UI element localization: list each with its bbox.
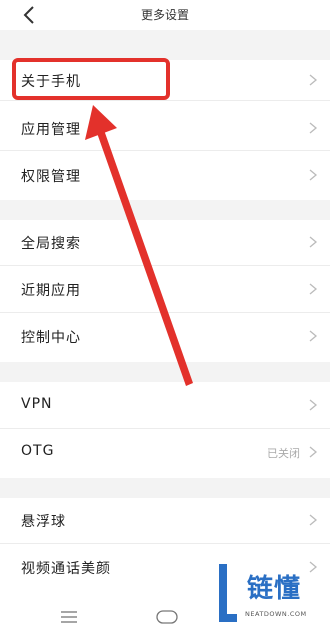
row-label: 全局搜索	[21, 236, 81, 252]
row-label: 视频通话美颜	[21, 561, 111, 577]
section-gap	[0, 200, 330, 220]
chevron-right-icon	[309, 399, 318, 411]
highlight-box	[12, 58, 170, 100]
row-label: 权限管理	[21, 169, 81, 185]
row-control-center[interactable]: 控制中心	[0, 316, 330, 356]
chevron-right-icon	[309, 169, 318, 181]
chevron-right-icon	[309, 283, 318, 295]
watermark-logo	[219, 564, 237, 622]
row-global-search[interactable]: 全局搜索	[0, 222, 330, 262]
chevron-right-icon	[309, 74, 318, 86]
section-gap	[0, 362, 330, 382]
row-label: 应用管理	[21, 122, 81, 138]
divider	[0, 312, 330, 313]
row-label: VPN	[21, 396, 53, 412]
row-floating-ball[interactable]: 悬浮球	[0, 500, 330, 540]
row-vpn[interactable]: VPN	[0, 385, 330, 425]
watermark-text: 链懂	[247, 574, 302, 604]
divider	[0, 265, 330, 266]
page-title: 更多设置	[140, 8, 189, 22]
section-gap	[0, 478, 330, 498]
row-recent-apps[interactable]: 近期应用	[0, 269, 330, 309]
watermark: 链懂 NEATDOWN.COM	[205, 560, 330, 637]
row-app-management[interactable]: 应用管理	[0, 108, 330, 148]
otg-status: 已关闭	[267, 447, 300, 460]
divider	[0, 150, 330, 151]
chevron-right-icon	[309, 514, 318, 526]
row-label: 控制中心	[21, 330, 81, 346]
chevron-right-icon	[309, 446, 318, 458]
divider	[0, 428, 330, 429]
section-gap	[0, 30, 330, 60]
header-bar: 更多设置	[0, 0, 330, 30]
row-label: OTG	[21, 443, 55, 459]
watermark-url: NEATDOWN.COM	[245, 610, 307, 618]
row-label: 悬浮球	[21, 514, 66, 530]
home-icon[interactable]	[156, 609, 178, 625]
row-otg[interactable]: OTG 已关闭	[0, 432, 330, 472]
chevron-right-icon	[309, 236, 318, 248]
row-label: 近期应用	[21, 283, 81, 299]
divider	[0, 543, 330, 544]
chevron-right-icon	[309, 122, 318, 134]
chevron-right-icon	[309, 330, 318, 342]
divider	[0, 100, 330, 101]
menu-icon[interactable]	[60, 610, 78, 624]
row-permission-management[interactable]: 权限管理	[0, 155, 330, 195]
